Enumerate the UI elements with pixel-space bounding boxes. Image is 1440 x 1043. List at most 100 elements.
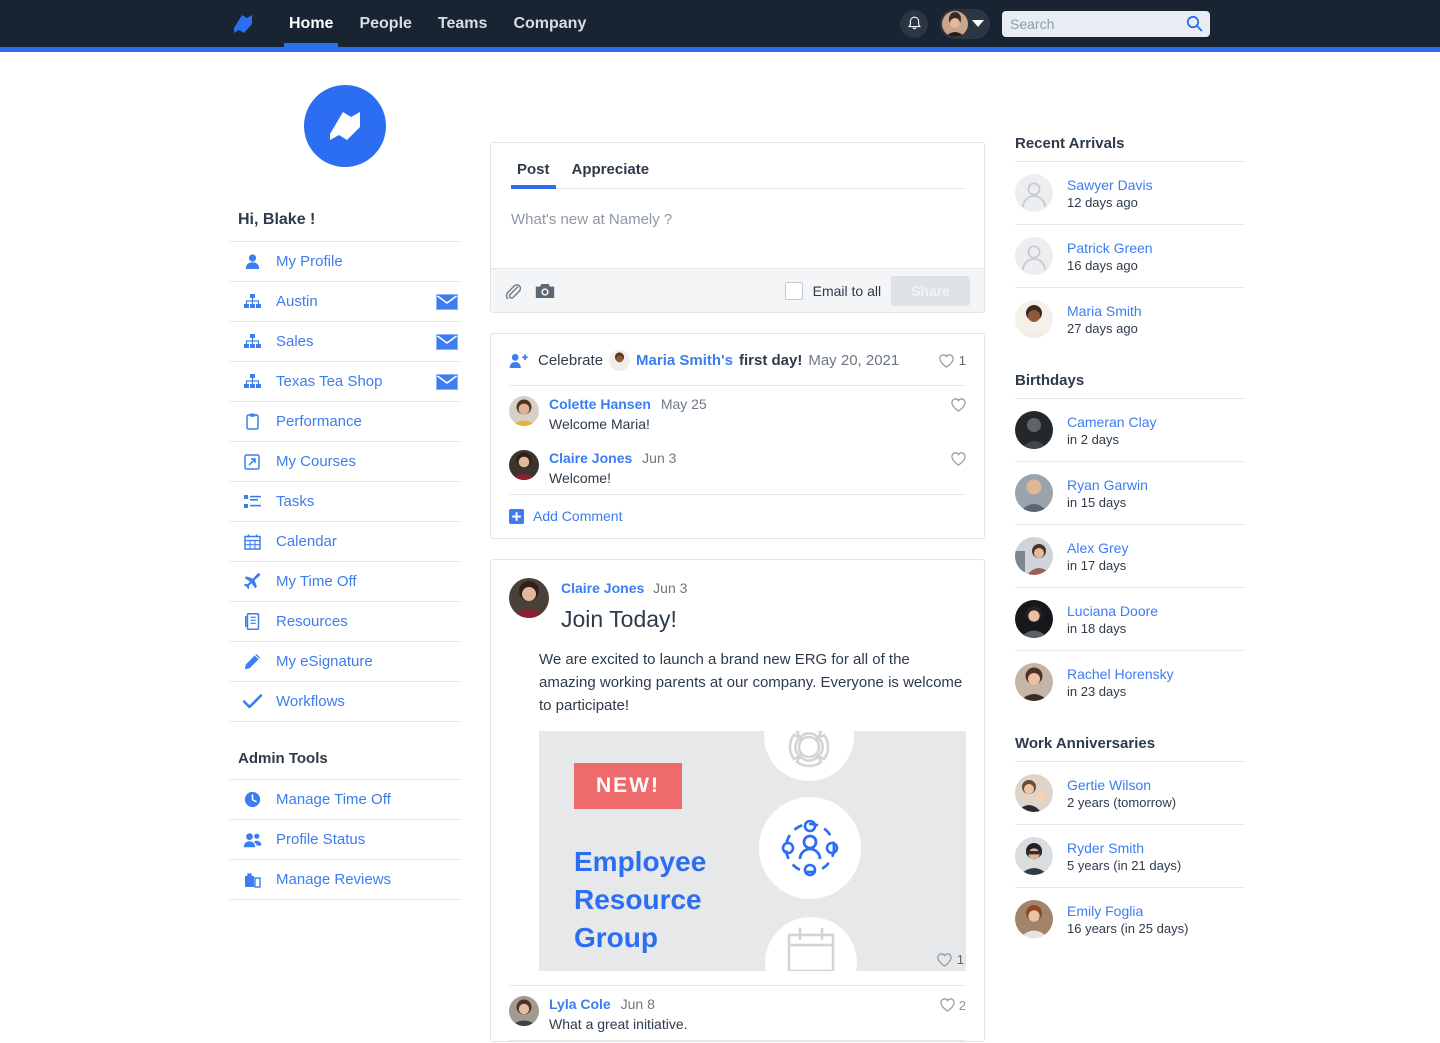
sidebar-item-manage-time-off[interactable]: Manage Time Off [230,780,460,820]
sidebar-item-performance[interactable]: Performance [230,402,460,442]
share-button[interactable]: Share [891,275,970,306]
nav-right-cluster: Search [900,8,1440,39]
external-link-icon [238,453,266,470]
nav-link-teams[interactable]: Teams [425,0,501,47]
list-item[interactable]: Ryder Smith 5 years (in 21 days) [1015,825,1245,888]
post-header: Claire Jones Jun 3 Join Today! [491,560,984,633]
like-button[interactable]: 1 [939,353,966,368]
person-name[interactable]: Alex Grey [1067,540,1128,556]
comment-author[interactable]: Claire Jones [549,450,632,466]
chevron-down-icon [972,20,984,27]
camera-icon[interactable] [535,283,555,299]
list-item[interactable]: Patrick Green 16 days ago [1015,225,1245,288]
sidebar-item-label: Manage Reviews [276,871,392,888]
paperclip-icon[interactable] [505,282,521,299]
org-chart-icon [238,294,266,309]
person-name[interactable]: Patrick Green [1067,240,1153,256]
list-item[interactable]: Emily Foglia 16 years (in 25 days) [1015,888,1245,950]
email-to-all-checkbox[interactable] [784,281,803,300]
birthdays-block: Birthdays Cameran Clay in 2 days Ryan Ga… [1015,372,1245,713]
comment-author[interactable]: Colette Hansen [549,396,651,412]
sidebar-item-workflows[interactable]: Workflows [230,682,460,722]
list-item[interactable]: Cameran Clay in 2 days [1015,399,1245,462]
sidebar-item-sales[interactable]: Sales [230,322,460,362]
sidebar-item-my-time-off[interactable]: My Time Off [230,562,460,602]
person-name[interactable]: Ryder Smith [1067,840,1181,856]
list-item[interactable]: Rachel Horensky in 23 days [1015,651,1245,713]
tab-appreciate[interactable]: Appreciate [566,161,656,188]
airplane-icon [238,573,266,590]
sidebar-item-label: Workflows [276,693,345,710]
person-subtext: in 15 days [1067,494,1127,510]
person-name[interactable]: Gertie Wilson [1067,777,1176,793]
like-button[interactable] [951,396,966,432]
sidebar-item-profile-status[interactable]: Profile Status [230,820,460,860]
person-subtext: 12 days ago [1067,194,1138,210]
comment-text: What a great initiative. [549,1016,688,1033]
sidebar-item-resources[interactable]: Resources [230,602,460,642]
search-input[interactable]: Search [1002,10,1210,37]
search-icon[interactable] [1186,15,1203,37]
email-to-all-label: Email to all [812,282,882,299]
tab-post[interactable]: Post [511,161,556,189]
person-name[interactable]: Ryan Garwin [1067,477,1148,493]
sidebar-item-my-esignature[interactable]: My eSignature [230,642,460,682]
sidebar-item-austin[interactable]: Austin [230,282,460,322]
avatar [1015,537,1053,575]
like-button[interactable]: 1 [937,952,964,967]
org-chart-icon [238,334,266,349]
add-comment-label: Add Comment [533,508,623,524]
avatar [1015,774,1053,812]
nav-link-home[interactable]: Home [276,0,346,47]
sidebar-item-my-profile[interactable]: My Profile [230,242,460,282]
person-name[interactable]: Rachel Horensky [1067,666,1174,682]
namely-logo-icon[interactable] [230,11,256,37]
person-subtext: in 23 days [1067,683,1127,699]
like-button[interactable]: 2 [940,996,966,1032]
recent-arrivals-block: Recent Arrivals Sawyer Davis 12 days ago… [1015,135,1245,350]
envelope-icon[interactable] [436,333,458,350]
user-menu[interactable] [940,8,990,39]
envelope-icon[interactable] [436,373,458,390]
post-date: Jun 3 [653,580,688,596]
person-info: Gertie Wilson 2 years (tomorrow) [1067,777,1176,810]
person-name[interactable]: Maria Smith [1067,303,1142,319]
greeting-text: Hi, Blake ! [238,211,316,228]
avatar [942,10,968,37]
list-item[interactable]: Gertie Wilson 2 years (tomorrow) [1015,762,1245,825]
sidebar-item-texas-tea-shop[interactable]: Texas Tea Shop [230,362,460,402]
post-author[interactable]: Claire Jones [561,580,644,596]
list-item[interactable]: Alex Grey in 17 days [1015,525,1245,588]
celebrate-person[interactable]: Maria Smith's [636,352,733,369]
add-comment-button[interactable]: Add Comment [491,495,984,538]
sidebar-item-manage-reviews[interactable]: Manage Reviews [230,860,460,900]
avatar [509,396,539,426]
list-item[interactable]: Maria Smith 27 days ago [1015,288,1245,350]
person-name[interactable]: Emily Foglia [1067,903,1188,919]
person-info: Cameran Clay in 2 days [1067,414,1156,447]
composer-textarea[interactable]: What's new at Namely ? [491,189,984,268]
list-item[interactable]: Ryan Garwin in 15 days [1015,462,1245,525]
person-name[interactable]: Luciana Doore [1067,603,1158,619]
person-name[interactable]: Cameran Clay [1067,414,1156,430]
like-button[interactable] [951,450,966,486]
sidebar-item-tasks[interactable]: Tasks [230,482,460,522]
sidebar-item-calendar[interactable]: Calendar [230,522,460,562]
nav-link-company[interactable]: Company [500,0,599,47]
add-person-icon [509,353,528,369]
post-image[interactable]: NEW! Employee Resource Group 1 [491,717,984,972]
work-anniversaries-heading: Work Anniversaries [1015,735,1245,762]
list-item[interactable]: Luciana Doore in 18 days [1015,588,1245,651]
sidebar-item-label: My Courses [276,453,357,470]
notification-bell-icon[interactable] [900,9,928,38]
network-people-icon [759,797,861,900]
envelope-icon[interactable] [436,293,458,310]
comment-author[interactable]: Lyla Cole [549,996,611,1012]
divider [509,1040,966,1042]
sidebar-item-my-courses[interactable]: My Courses [230,442,460,482]
person-name[interactable]: Sawyer Davis [1067,177,1153,193]
list-item[interactable]: Sawyer Davis 12 days ago [1015,162,1245,225]
nav-link-people[interactable]: People [346,0,424,47]
sidebar-item-label: Resources [276,613,348,630]
person-info: Emily Foglia 16 years (in 25 days) [1067,903,1188,936]
